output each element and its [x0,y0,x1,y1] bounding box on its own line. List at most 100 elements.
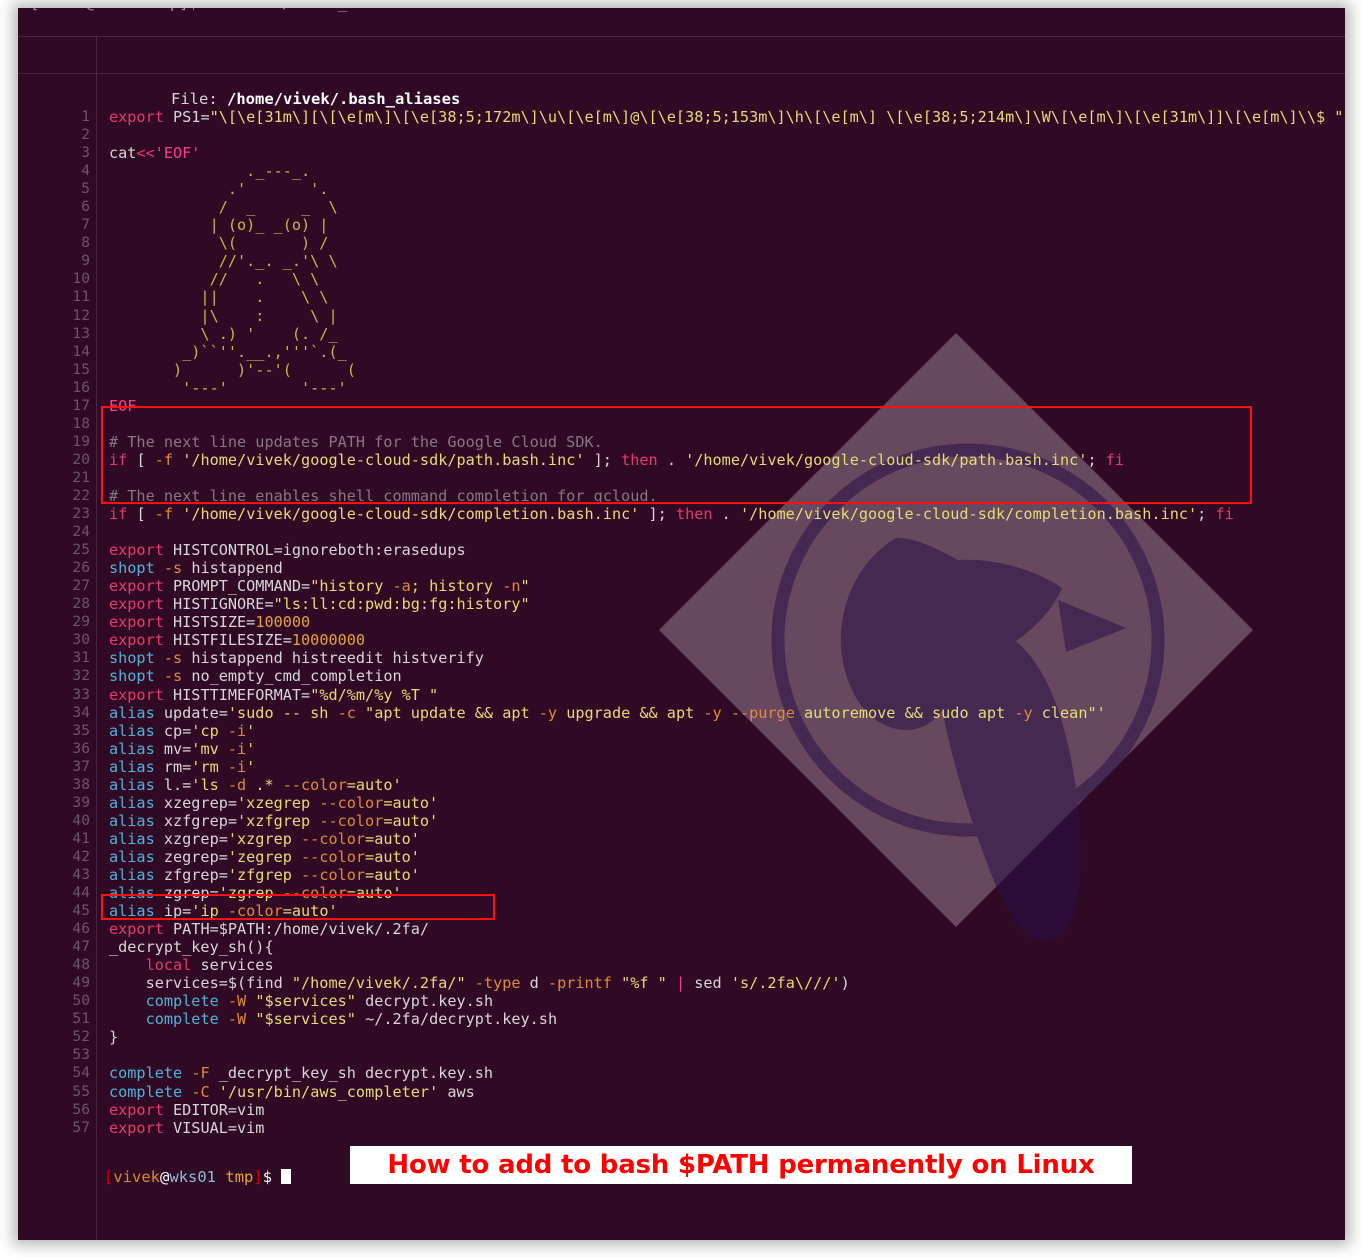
line-number: 38 [72,775,90,793]
code-line: 9 //'._. _.'\ \ [18,252,1345,270]
code-line: 24 [18,523,1345,541]
code-line: 8 \( ) / [18,234,1345,252]
line-number: 56 [72,1100,90,1118]
line-number: 40 [72,811,90,829]
line-number: 49 [72,974,90,992]
code-line: 51 complete -W "$services" ~/.2fa/decryp… [18,1010,1345,1028]
line-number: 5 [81,180,90,198]
shell-prompt[interactable]: [vivek@wks01 tmp]$ [48,1150,292,1204]
code-line: 27 export PROMPT_COMMAND="history -a; his… [18,577,1345,595]
line-number: 17 [72,396,90,414]
line-source: '---' '---' [109,378,347,397]
top-partial-prompt-text: [vivek@wks01 tmp]$ batcat ~/.bash_aliase… [30,8,413,12]
line-source: export PROMPT_COMMAND="history -a; histo… [109,577,530,596]
code-line: 56 export EDITOR=vim [18,1101,1345,1119]
code-line: 46 export PATH=$PATH:/home/vivek/.2fa/ [18,920,1345,938]
code-line: 37 alias rm='rm -i' [18,758,1345,776]
line-source: local services [145,956,274,975]
code-line: 42 alias zegrep='zegrep --color=auto' [18,848,1345,866]
line-source: if [ -f '/home/vivek/google-cloud-sdk/co… [109,505,1234,524]
line-source: # The next line updates PATH for the Goo… [109,432,603,451]
line-number: 33 [72,685,90,703]
line-number: 6 [81,198,90,216]
code-line: 1 export PS1="\[\e[31m\][\[\e[m\]\[\e[38;… [18,108,1345,126]
line-number: 23 [72,505,90,523]
line-number: 25 [72,541,90,559]
text-cursor [281,1169,292,1184]
line-number: 44 [72,884,90,902]
prompt-dollar: $ [262,1168,282,1186]
code-line: 54 complete -F _decrypt_key_sh decrypt.ke… [18,1064,1345,1082]
code-line: 48 local services [18,956,1345,974]
code-line: 31 shopt -s histappend histreedit histver… [18,649,1345,667]
line-number: 19 [72,432,90,450]
code-line: 10 // . \ \ [18,270,1345,288]
code-line: 5 .' '. [18,180,1345,198]
code-line: 43 alias zfgrep='zfgrep --color=auto' [18,866,1345,884]
prompt-close-bracket: ] [253,1168,263,1186]
line-source: shopt -s histappend [109,559,283,578]
line-source: shopt -s no_empty_cmd_completion [109,667,402,686]
line-source: alias mv='mv -i' [109,739,256,758]
code-line: 25 export HISTCONTROL=ignoreboth:erasedup… [18,541,1345,559]
line-source: alias rm='rm -i' [109,757,256,776]
code-line: 17 EOF [18,397,1345,415]
file-label-prefix: File: [171,90,227,108]
code-line: 16 '---' '---' [18,379,1345,397]
line-number: 2 [81,126,90,144]
code-line: 47 _decrypt_key_sh(){ [18,938,1345,956]
caption-text: How to add to bash $PATH permanently on … [387,1150,1095,1180]
line-number: 12 [72,306,90,324]
line-source: \( ) / [109,234,329,253]
line-number: 32 [72,667,90,685]
line-number: 27 [72,577,90,595]
line-number: 11 [72,288,90,306]
code-line: 15 ) )'--'( ( [18,361,1345,379]
code-line: 11 || . \ \ [18,288,1345,306]
line-number: 29 [72,613,90,631]
line-number: 34 [72,703,90,721]
line-source: alias l.='ls -d .* --color=auto' [109,775,402,794]
line-source: services=$(find "/home/vivek/.2fa/" -typ… [109,974,850,993]
line-source: //'._. _.'\ \ [109,252,338,271]
line-source: | (o)_ _(o) | [109,216,329,235]
line-number: 36 [72,739,90,757]
line-number: 46 [72,920,90,938]
line-number: 41 [72,829,90,847]
code-line: 20 if [ -f '/home/vivek/google-cloud-sdk/… [18,451,1345,469]
code-line: 18 [18,415,1345,433]
header-top-rule [18,36,1345,37]
code-line: 44 alias zgrep='zgrep --color=auto' [18,884,1345,902]
line-source: _)``''.__.,'''`.(_ [109,342,347,361]
line-source: export HISTIGNORE="ls:ll:cd:pwd:bg:fg:hi… [109,595,530,614]
line-source: complete -W "$services" decrypt.key.sh [145,992,494,1011]
line-source: ._---_. [109,162,311,181]
line-number: 7 [81,216,90,234]
prompt-user: vivek [113,1168,161,1186]
code-line: 29 export HISTSIZE=100000 [18,613,1345,631]
code-viewport[interactable]: 1 export PS1="\[\e[31m\][\[\e[m\]\[\e[38;… [18,108,1345,1137]
line-number: 52 [72,1028,90,1046]
line-source: export VISUAL=vim [109,1118,265,1137]
line-source: alias xzegrep='xzegrep --color=auto' [109,793,439,812]
line-number: 22 [72,486,90,504]
prompt-host: wks01 [169,1168,217,1186]
line-number: 3 [81,144,90,162]
terminal-window: File: /home/vivek/.bash_aliases 1 export … [18,22,1345,1240]
file-path-value: /home/vivek/.bash_aliases [227,90,461,108]
line-source: export HISTSIZE=100000 [109,613,311,632]
line-source: alias zegrep='zegrep --color=auto' [109,847,420,866]
code-line: 33 export HISTTIMEFORMAT="%d/%m/%y %T " [18,686,1345,704]
line-source: if [ -f '/home/vivek/google-cloud-sdk/pa… [109,450,1125,469]
line-number: 45 [72,902,90,920]
code-line: 50 complete -W "$services" decrypt.key.s… [18,992,1345,1010]
line-source: ) )'--'( ( [109,360,356,379]
caption-banner: How to add to bash $PATH permanently on … [350,1146,1132,1184]
line-number: 51 [72,1010,90,1028]
line-source: cat<<'EOF' [109,144,201,163]
code-line: 41 alias xzgrep='xzgrep --color=auto' [18,830,1345,848]
code-line: 7 | (o)_ _(o) | [18,216,1345,234]
line-source: } [109,1028,119,1047]
code-line: 19 # The next line updates PATH for the G… [18,433,1345,451]
code-line: 40 alias xzfgrep='xzfgrep --color=auto' [18,812,1345,830]
